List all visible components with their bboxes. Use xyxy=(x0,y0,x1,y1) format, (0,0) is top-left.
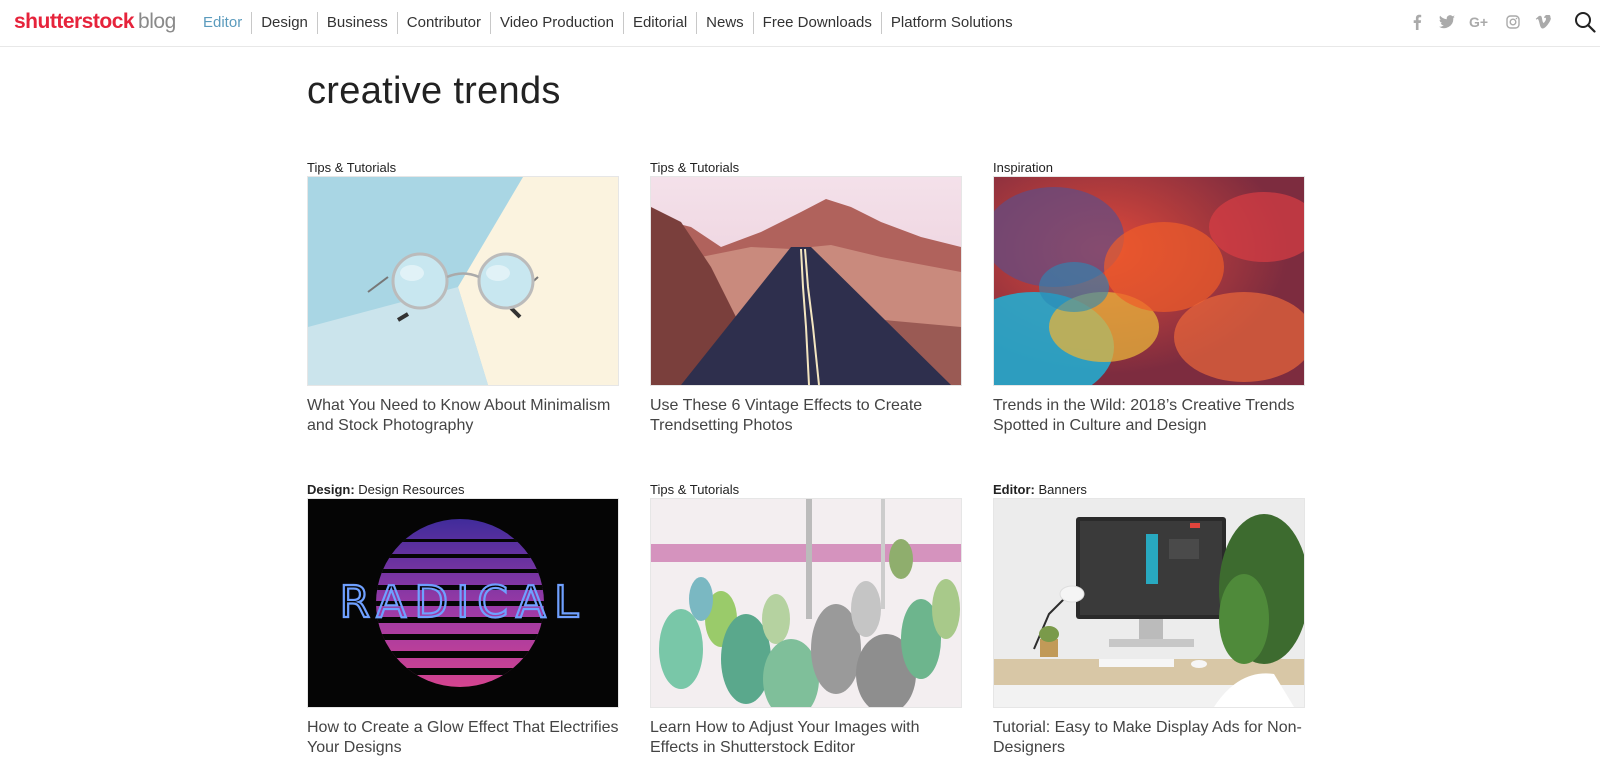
radical-image-text: RADICAL xyxy=(339,577,586,628)
nav-item-business[interactable]: Business xyxy=(316,12,397,34)
article-category[interactable]: Tips & Tutorials xyxy=(650,159,962,177)
article-category[interactable]: Design: Design Resources xyxy=(307,481,619,499)
shutterstock-blog-logo[interactable]: shutterstock blog xyxy=(14,8,176,36)
article-image-color-cloud[interactable] xyxy=(993,176,1305,386)
twitter-icon[interactable] xyxy=(1438,12,1456,32)
article-card: Design: Design Resources RADICAL How to … xyxy=(307,481,619,756)
vimeo-icon[interactable] xyxy=(1534,12,1552,32)
search-icon[interactable] xyxy=(1574,11,1596,33)
top-bar: shutterstock blog Editor Design Business … xyxy=(0,0,1600,47)
facebook-icon[interactable] xyxy=(1408,12,1426,32)
article-category[interactable]: Tips & Tutorials xyxy=(650,481,962,499)
article-image-desk-monitor[interactable] xyxy=(993,498,1305,708)
google-plus-icon[interactable]: G+ xyxy=(1468,12,1492,32)
logo-brand: shutterstock xyxy=(14,10,135,33)
article-image-cactus[interactable] xyxy=(650,498,962,708)
article-card: Tips & Tutorials What You Need to Know A… xyxy=(307,159,619,434)
article-title[interactable]: What You Need to Know About Minimalism a… xyxy=(307,396,627,436)
nav-item-editorial[interactable]: Editorial xyxy=(622,12,696,34)
svg-text:G+: G+ xyxy=(1469,15,1488,29)
main-nav: Editor Design Business Contributor Video… xyxy=(197,11,1022,35)
nav-item-free-downloads[interactable]: Free Downloads xyxy=(752,12,881,34)
nav-item-design[interactable]: Design xyxy=(251,12,317,34)
article-category[interactable]: Editor: Banners xyxy=(993,481,1305,499)
article-category[interactable]: Inspiration xyxy=(993,159,1305,177)
article-image-sunglasses[interactable] xyxy=(307,176,619,386)
nav-item-news[interactable]: News xyxy=(696,12,753,34)
nav-item-video-production[interactable]: Video Production xyxy=(489,12,623,34)
article-title[interactable]: How to Create a Glow Effect That Electri… xyxy=(307,718,627,758)
article-title[interactable]: Trends in the Wild: 2018’s Creative Tren… xyxy=(993,396,1313,436)
article-image-radical-glow[interactable]: RADICAL xyxy=(307,498,619,708)
page-title: creative trends xyxy=(307,70,561,112)
logo-blog-text: blog xyxy=(138,10,176,33)
article-category[interactable]: Tips & Tutorials xyxy=(307,159,619,177)
article-title[interactable]: Use These 6 Vintage Effects to Create Tr… xyxy=(650,396,970,436)
article-card: Tips & Tutorials Use These 6 Vintage Eff… xyxy=(650,159,962,434)
article-card: Inspiration Trends in the Wild: 2018’s C… xyxy=(993,159,1305,434)
article-card: Editor: Banners Tutorial: Easy to Make D… xyxy=(993,481,1305,756)
nav-item-editor[interactable]: Editor xyxy=(197,12,251,34)
nav-item-contributor[interactable]: Contributor xyxy=(396,12,490,34)
article-image-desert-road[interactable] xyxy=(650,176,962,386)
article-title[interactable]: Learn How to Adjust Your Images with Eff… xyxy=(650,718,970,758)
nav-item-platform-solutions[interactable]: Platform Solutions xyxy=(880,12,1022,34)
instagram-icon[interactable] xyxy=(1504,12,1522,32)
article-title[interactable]: Tutorial: Easy to Make Display Ads for N… xyxy=(993,718,1313,758)
article-card: Tips & Tutorials Learn How to Adjust You… xyxy=(650,481,962,756)
social-links: G+ xyxy=(1408,12,1564,32)
